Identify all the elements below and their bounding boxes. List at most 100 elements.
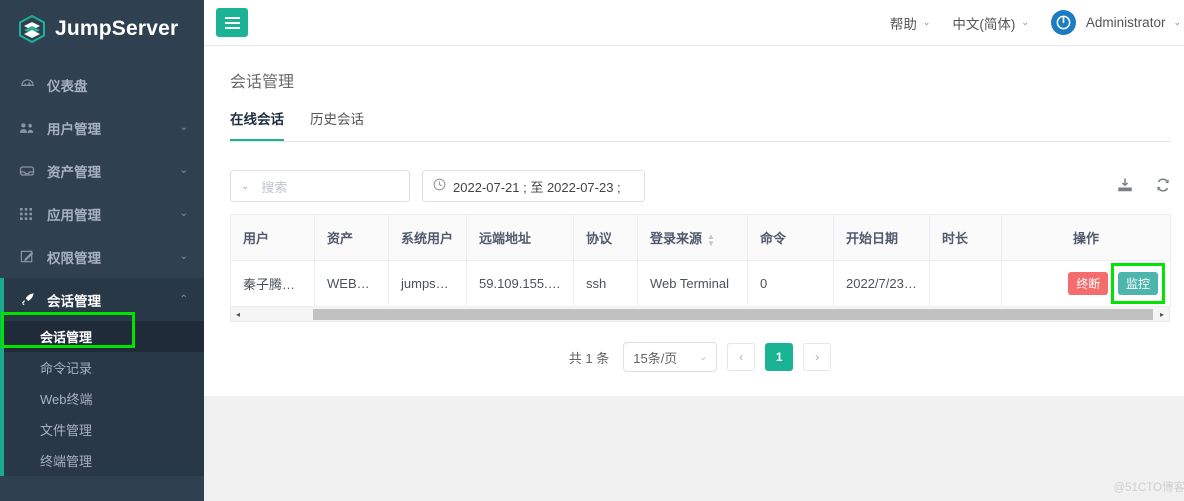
pagination-prev-button[interactable]: ‹ [727,343,756,371]
sidebar-item-users[interactable]: 用户管理 ⌄ [0,106,204,149]
filter-bar: ⌄ 搜索 2022-07-21 ; 至 2022-07-23 ; [230,156,1171,214]
cell-remote-address: 59.109.155.203 [466,260,574,307]
scrollbar-track[interactable] [245,308,1155,321]
refresh-icon[interactable] [1155,177,1171,196]
page-header: 会话管理 在线会话 历史会话 [204,46,1184,142]
pagination-next-button[interactable]: › [803,343,832,371]
language-menu[interactable]: 中文(简体) ⌄ [952,13,1029,33]
monitor-button[interactable]: 监控 [1117,272,1158,295]
pagination-page-1[interactable]: 1 [765,343,794,371]
watermark: @51CTO博客 [1113,482,1184,494]
pagination-total: 共 1 条 [568,350,610,366]
column-header-asset: 资产 [314,214,389,261]
top-bar: 帮助 ⌄ 中文(简体) ⌄ Administrator ⌄ [204,0,1184,46]
column-header-login-from-label: 登录来源 [650,231,703,246]
chevron-down-icon: ⌄ [179,165,188,176]
scroll-right-arrow-icon[interactable]: ▸ [1155,310,1169,319]
user-name: Administrator [1085,15,1166,30]
column-header-duration: 时长 [929,214,1002,261]
search-placeholder: 搜索 [261,179,288,195]
chevron-down-icon: ⌄ [922,17,931,27]
chevron-up-icon: ⌃ [179,294,188,305]
tab-history-sessions[interactable]: 历史会话 [310,108,364,141]
search-input[interactable]: ⌄ 搜索 [230,170,410,202]
sidebar-item-permissions[interactable]: 权限管理 ⌄ [0,235,204,278]
chevron-down-icon: ⌄ [241,180,250,192]
sidebar-subitem-label: 文件管理 [40,423,93,438]
column-header-actions: 操作 [1001,214,1171,261]
pagination: 共 1 条 15条/页 ⌄ ‹ 1 › [230,322,1170,396]
session-panel: 会话管理 在线会话 历史会话 ⌄ 搜索 2022-07-21 ; 至 2022-… [204,46,1184,396]
hamburger-icon[interactable] [216,8,248,37]
column-header-user: 用户 [230,214,315,261]
cell-system-user: jumps… [388,260,467,307]
sidebar-subitem-session-management[interactable]: 会话管理 [0,321,204,352]
sidebar-submenu-sessions: 会话管理 命令记录 Web终端 文件管理 终端管理 [0,321,204,476]
content-area: 会话管理 在线会话 历史会话 ⌄ 搜索 2022-07-21 ; 至 2022-… [204,46,1184,501]
column-header-login-from[interactable]: 登录来源 ▲ ▼ [637,214,748,261]
dashboard-icon [18,77,36,92]
stacked-layers-hexagon-icon [18,14,46,44]
sidebar-subitem-file-management[interactable]: 文件管理 [0,414,204,445]
sidebar-subitem-label: Web终端 [40,392,93,407]
sidebar-item-label: 应用管理 [47,207,101,223]
scroll-left-arrow-icon[interactable]: ◂ [231,310,245,319]
page-size-value: 15条/页 [633,350,678,366]
download-icon[interactable] [1117,177,1133,196]
sidebar-item-label: 用户管理 [47,121,101,137]
power-button-avatar-icon [1050,10,1076,35]
column-header-command: 命令 [747,214,834,261]
sidebar-item-dashboard[interactable]: 仪表盘 [0,63,204,106]
cell-user: 秦子腾… [230,260,315,307]
horizontal-scrollbar[interactable]: ◂ ▸ [230,307,1170,322]
table-row[interactable]: 秦子腾… WEB_01 jumps… 59.109.155.203 ssh We… [230,260,1171,307]
sidebar-subitem-label: 命令记录 [40,361,93,376]
sort-icon[interactable]: ▲ ▼ [707,232,715,247]
cell-duration [929,260,1002,307]
server-icon [18,164,36,178]
chevron-down-icon: ⌄ [1173,17,1181,27]
table-tools [1117,177,1171,196]
users-icon [18,121,36,135]
app-root: JumpServer 仪表盘 用户管理 ⌄ 资产管理 ⌄ 应用管理 ⌄ 权限管理… [0,0,1184,501]
terminate-button[interactable]: 终断 [1068,272,1109,295]
sidebar: JumpServer 仪表盘 用户管理 ⌄ 资产管理 ⌄ 应用管理 ⌄ 权限管理… [0,0,204,501]
sidebar-subitem-command-records[interactable]: 命令记录 [0,352,204,383]
table-header-row: 用户 资产 系统用户 远端地址 协议 登录来源 ▲ ▼ 命令 开始日期 时长 操… [230,214,1171,261]
date-range-picker[interactable]: 2022-07-21 ; 至 2022-07-23 ; [422,170,645,202]
cell-actions: 终断 监控 [1001,260,1171,307]
apps-grid-icon [18,207,36,221]
sidebar-item-label: 仪表盘 [47,78,88,94]
tab-bar: 在线会话 历史会话 [230,108,1171,142]
chevron-down-icon: ⌄ [179,122,188,133]
tab-online-sessions[interactable]: 在线会话 [230,108,284,141]
brand-logo[interactable]: JumpServer [0,0,204,57]
cell-command: 0 [747,260,834,307]
sidebar-subitem-label: 终端管理 [40,454,93,469]
sidebar-subitem-terminal-management[interactable]: 终端管理 [0,445,204,476]
column-header-start-date: 开始日期 [833,214,930,261]
page-title: 会话管理 [230,74,295,91]
rocket-icon [18,292,36,307]
sidebar-item-label: 权限管理 [47,250,101,266]
sessions-table: 用户 资产 系统用户 远端地址 协议 登录来源 ▲ ▼ 命令 开始日期 时长 操… [230,214,1171,307]
sidebar-subitem-web-terminal[interactable]: Web终端 [0,383,204,414]
page-size-select[interactable]: 15条/页 ⌄ [623,342,718,372]
sidebar-item-sessions[interactable]: 会话管理 ⌃ [0,278,204,321]
cell-start-date: 2022/7/23 … [833,260,930,307]
scrollbar-thumb[interactable] [313,308,1153,320]
date-range-value: 2022-07-21 ; 至 2022-07-23 ; [453,179,621,195]
sidebar-item-assets[interactable]: 资产管理 ⌄ [0,149,204,192]
edit-square-icon [18,249,36,264]
user-menu[interactable]: Administrator ⌄ [1050,10,1181,35]
sidebar-item-label: 会话管理 [47,293,101,309]
clock-icon [433,178,446,194]
help-menu[interactable]: 帮助 ⌄ [890,13,931,33]
brand-name: JumpServer [55,16,179,40]
cell-protocol: ssh [573,260,638,307]
main-area: 帮助 ⌄ 中文(简体) ⌄ Administrator ⌄ 会话管理 在线会话 … [204,0,1184,501]
sidebar-item-applications[interactable]: 应用管理 ⌄ [0,192,204,235]
chevron-down-icon: ⌄ [179,251,188,262]
language-label: 中文(简体) [952,16,1016,32]
column-header-remote-address: 远端地址 [466,214,574,261]
